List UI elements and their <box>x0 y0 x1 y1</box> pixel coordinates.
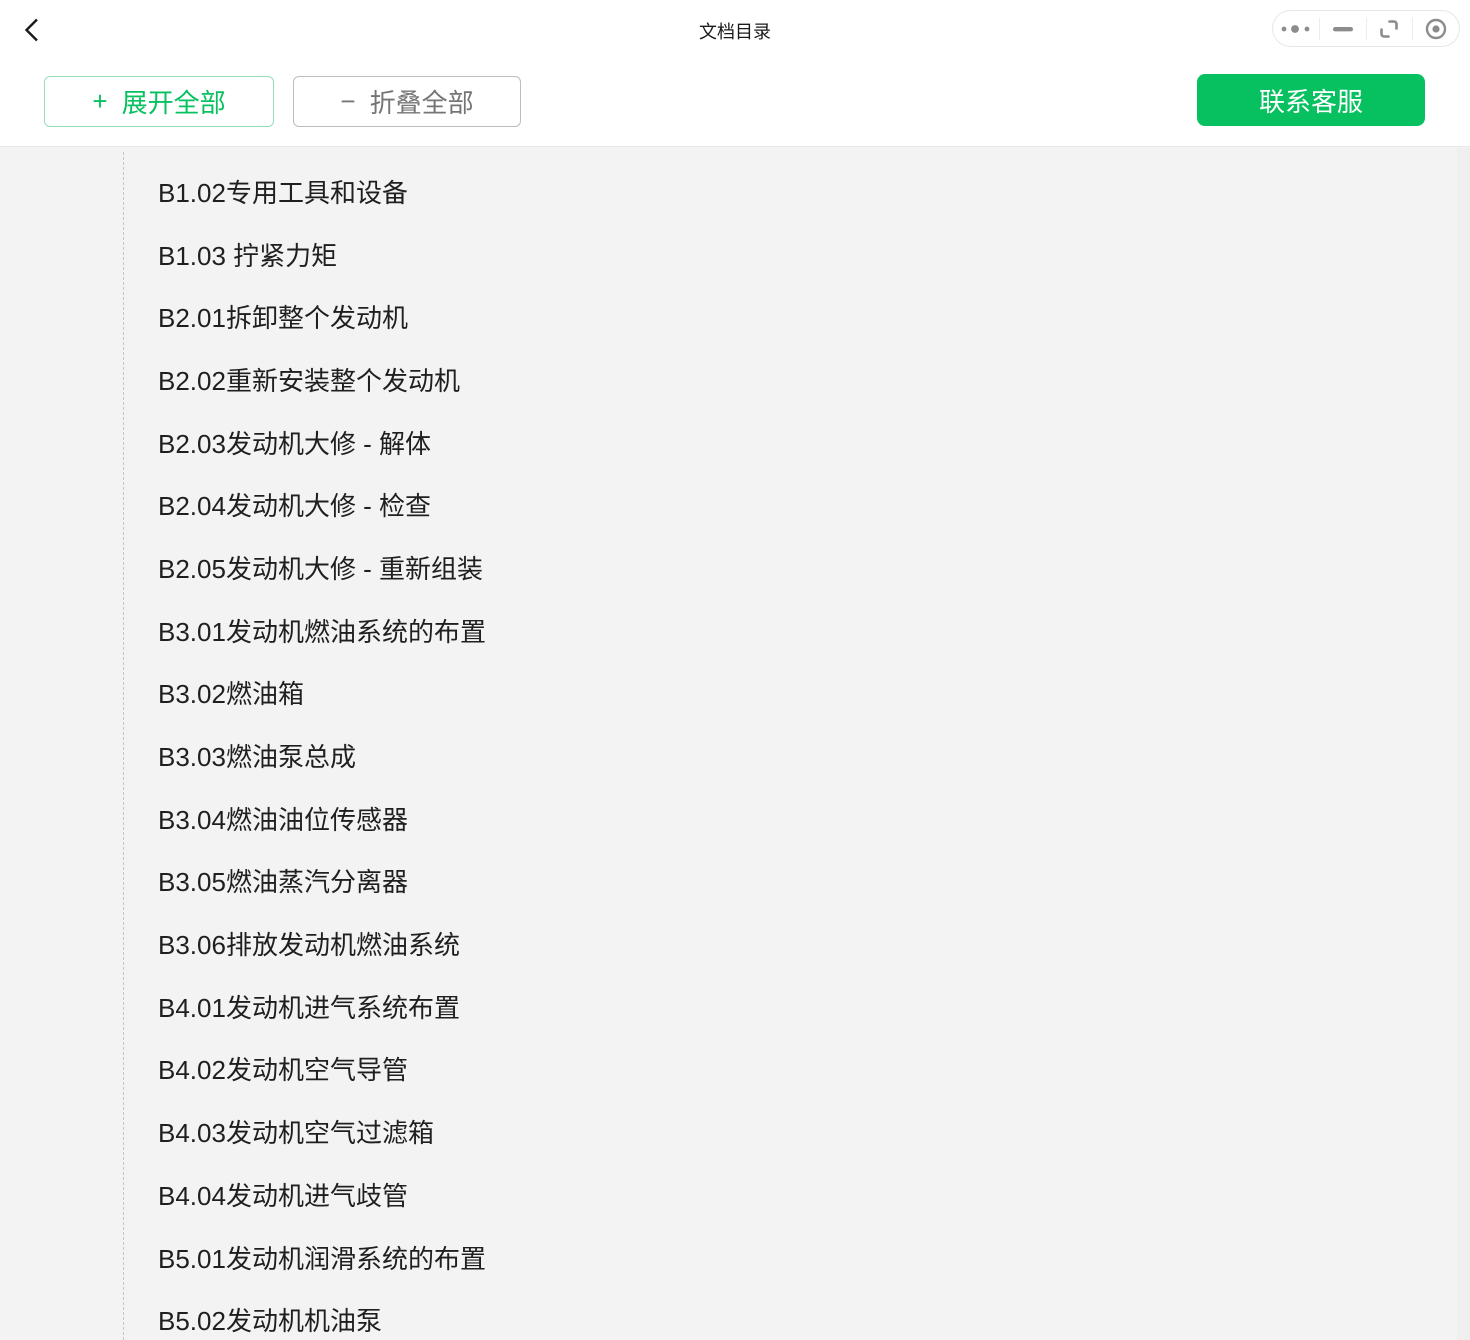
exit-button[interactable] <box>1413 11 1459 46</box>
toc-item-label: B2.02重新安装整个发动机 <box>158 361 460 398</box>
more-menu-button[interactable] <box>1273 11 1319 46</box>
toc-item[interactable]: B3.05燃油蒸汽分离器 <box>0 850 1470 913</box>
toc-item-label: B3.06排放发动机燃油系统 <box>158 925 460 962</box>
toc-item[interactable]: B3.06排放发动机燃油系统 <box>0 912 1470 975</box>
toc-item-label: B5.02发动机机油泵 <box>158 1301 382 1338</box>
toc-item-label: B4.01发动机进气系统布置 <box>158 988 460 1025</box>
toc-item-label: B4.03发动机空气过滤箱 <box>158 1113 434 1150</box>
plus-icon: + <box>92 86 107 117</box>
toc-item[interactable]: B3.04燃油油位传感器 <box>0 787 1470 850</box>
toc-list: B1.02专用工具和设备 B1.03 拧紧力矩 B2.01拆卸整个发动机 B2.… <box>0 148 1470 1340</box>
toc-content-area: B1.02专用工具和设备 B1.03 拧紧力矩 B2.01拆卸整个发动机 B2.… <box>0 148 1470 1340</box>
toc-item[interactable]: B5.01发动机润滑系统的布置 <box>0 1226 1470 1289</box>
contact-service-button[interactable]: 联系客服 <box>1197 74 1425 126</box>
more-dots-icon <box>1279 21 1313 37</box>
toc-item[interactable]: B1.02专用工具和设备 <box>0 160 1470 223</box>
toc-item[interactable]: B4.04发动机进气歧管 <box>0 1163 1470 1226</box>
minus-icon: − <box>340 86 355 117</box>
toc-item-label: B1.02专用工具和设备 <box>158 173 408 210</box>
toc-item-label: B2.05发动机大修 - 重新组装 <box>158 549 483 586</box>
circle-dot-icon <box>1424 17 1448 41</box>
contact-service-label: 联系客服 <box>1259 82 1363 119</box>
toc-item[interactable]: B3.01发动机燃油系统的布置 <box>0 599 1470 662</box>
collapse-all-label: 折叠全部 <box>370 83 474 120</box>
toc-item[interactable]: B2.05发动机大修 - 重新组装 <box>0 536 1470 599</box>
toc-item-label: B3.03燃油泵总成 <box>158 737 356 774</box>
toc-item[interactable]: B4.01发动机进气系统布置 <box>0 975 1470 1038</box>
toc-item[interactable]: B3.03燃油泵总成 <box>0 724 1470 787</box>
toc-item-label: B3.05燃油蒸汽分离器 <box>158 862 408 899</box>
page-title: 文档目录 <box>0 18 1470 44</box>
minimize-button[interactable] <box>1320 11 1366 46</box>
toc-item-label: B2.04发动机大修 - 检查 <box>158 486 431 523</box>
toc-item-label: B3.02燃油箱 <box>158 674 304 711</box>
toc-item-label: B2.01拆卸整个发动机 <box>158 298 408 335</box>
toc-item-label: B3.04燃油油位传感器 <box>158 800 408 837</box>
header: 文档目录 <box>0 0 1470 147</box>
scrollbar-track[interactable] <box>1457 148 1470 1340</box>
window-controls-capsule <box>1272 10 1460 47</box>
toc-item[interactable]: B4.03发动机空气过滤箱 <box>0 1100 1470 1163</box>
toc-item[interactable]: B5.02发动机机油泵 <box>0 1288 1470 1340</box>
chevron-left-icon <box>23 17 41 43</box>
toc-item[interactable]: B3.02燃油箱 <box>0 662 1470 725</box>
toc-item-label: B5.01发动机润滑系统的布置 <box>158 1239 486 1276</box>
expand-all-button[interactable]: + 展开全部 <box>44 76 274 127</box>
toc-item-label: B3.01发动机燃油系统的布置 <box>158 612 486 649</box>
toc-item-label: B4.02发动机空气导管 <box>158 1050 408 1087</box>
toc-item-label: B4.04发动机进气歧管 <box>158 1176 408 1213</box>
restore-window-button[interactable] <box>1367 11 1413 46</box>
toc-item[interactable]: B2.01拆卸整个发动机 <box>0 285 1470 348</box>
expand-all-label: 展开全部 <box>122 83 226 120</box>
back-button[interactable] <box>20 16 44 44</box>
collapse-all-button[interactable]: − 折叠全部 <box>293 76 521 127</box>
restore-window-icon <box>1377 17 1401 41</box>
minimize-icon <box>1332 25 1354 33</box>
toc-item[interactable]: B2.04发动机大修 - 检查 <box>0 473 1470 536</box>
toc-item[interactable]: B1.03 拧紧力矩 <box>0 223 1470 286</box>
toc-item[interactable]: B4.02发动机空气导管 <box>0 1038 1470 1101</box>
toc-item-label: B1.03 拧紧力矩 <box>158 236 337 273</box>
toc-item-label: B2.03发动机大修 - 解体 <box>158 424 431 461</box>
toc-item[interactable]: B2.03发动机大修 - 解体 <box>0 411 1470 474</box>
toc-item[interactable]: B2.02重新安装整个发动机 <box>0 348 1470 411</box>
